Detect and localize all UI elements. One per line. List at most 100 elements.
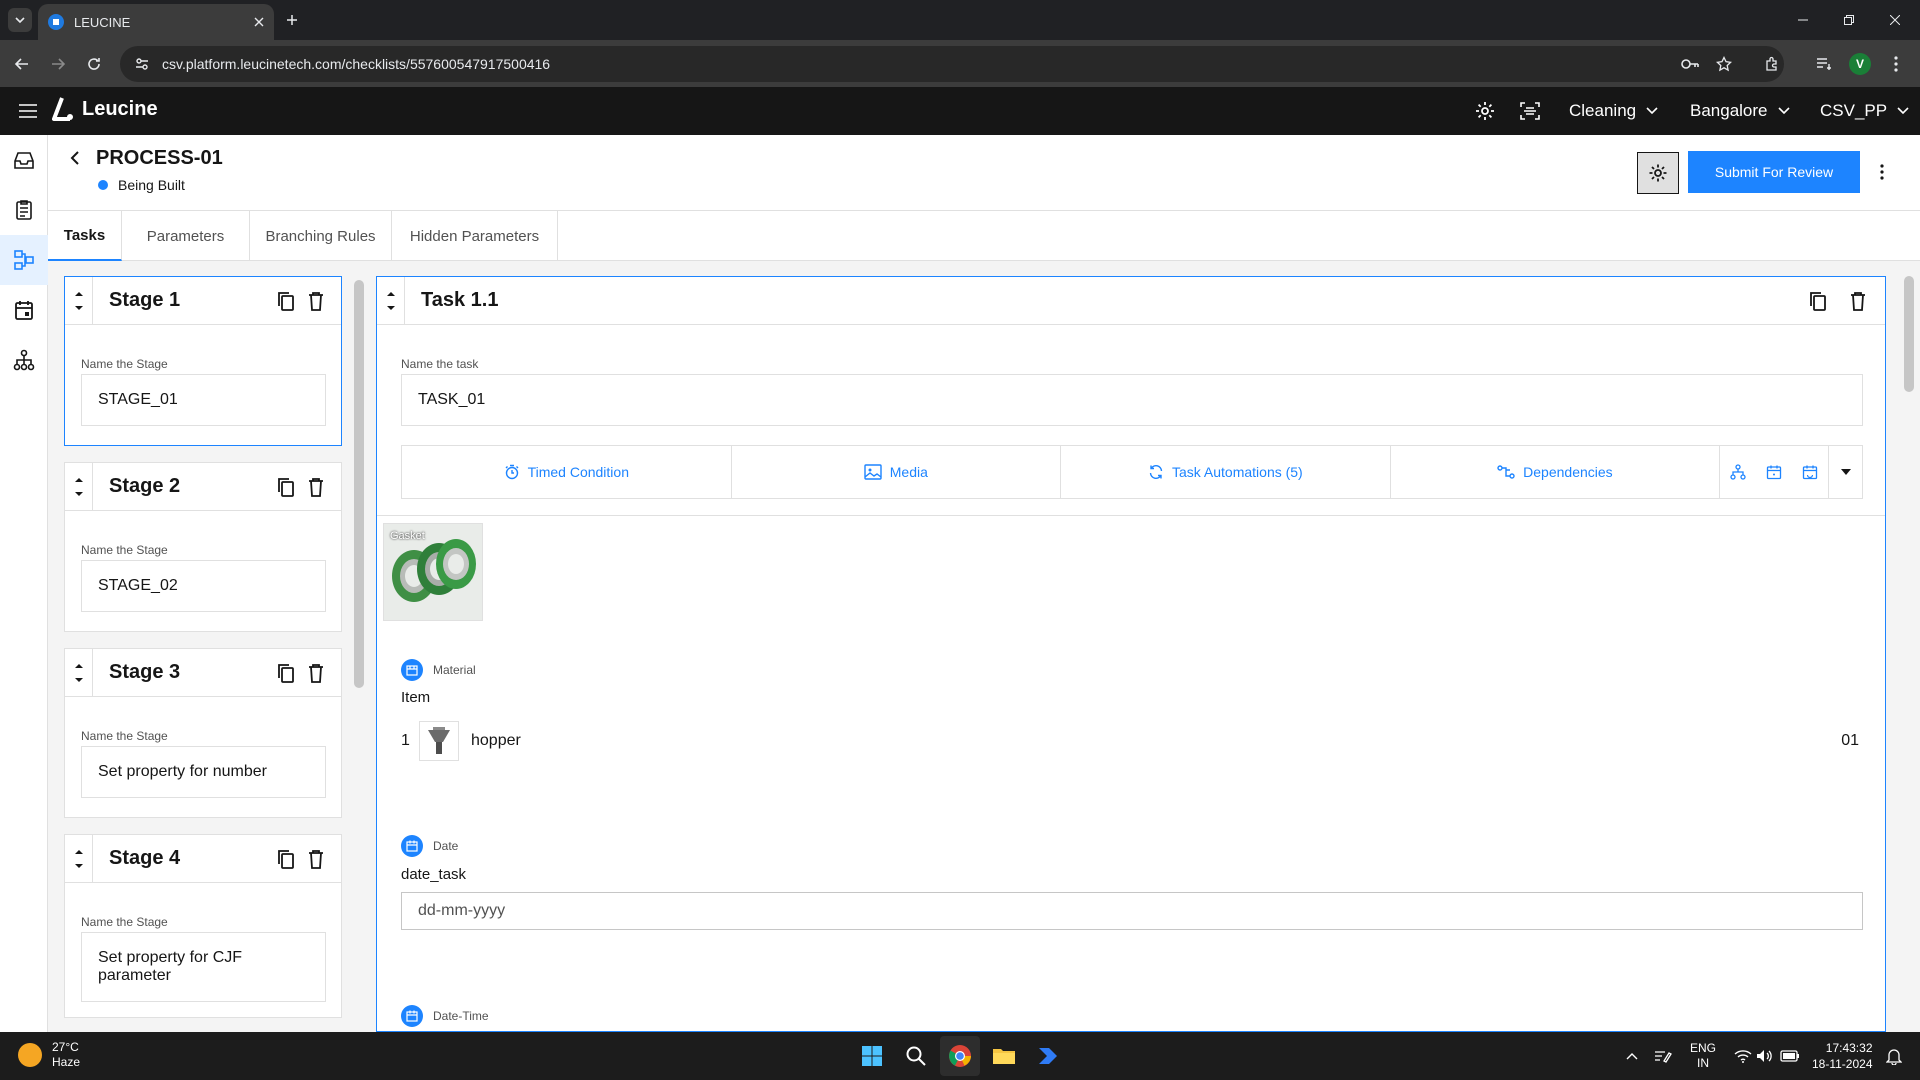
process-flow-icon xyxy=(14,250,34,270)
language-indicator[interactable]: ENG IN xyxy=(1690,1032,1716,1080)
trash-icon[interactable] xyxy=(305,848,327,870)
reorder-handle[interactable] xyxy=(65,835,93,883)
inbox-nav-item[interactable] xyxy=(0,135,48,185)
extensions-icon[interactable] xyxy=(1760,52,1784,76)
calendar-clock-icon xyxy=(1766,465,1782,480)
tab-hidden-parameters[interactable]: Hidden Parameters xyxy=(392,211,558,261)
reorder-handle[interactable] xyxy=(65,463,93,511)
reorder-handle[interactable] xyxy=(65,649,93,697)
tab-tasks[interactable]: Tasks xyxy=(48,211,122,261)
stage-card[interactable]: Stage 1 Name the Stage STAGE_01 xyxy=(64,276,342,446)
clock[interactable]: 17:43:32 18-11-2024 xyxy=(1812,1032,1873,1080)
search-icon xyxy=(906,1046,926,1066)
checklist-settings-button[interactable] xyxy=(1637,152,1679,194)
facility-dropdown[interactable]: Cleaning xyxy=(1569,87,1658,135)
forward-button[interactable] xyxy=(46,52,70,76)
stage-card[interactable]: Stage 3 Name the Stage Set property for … xyxy=(64,648,342,818)
trash-icon[interactable] xyxy=(305,290,327,312)
media-button[interactable]: Media xyxy=(732,446,1062,498)
task-name-input[interactable]: TASK_01 xyxy=(401,374,1863,426)
stage-name-input[interactable]: Set property for CJF parameter xyxy=(81,932,326,1002)
location-dropdown[interactable]: Bangalore xyxy=(1690,87,1790,135)
start-button[interactable] xyxy=(852,1036,892,1076)
timed-condition-button[interactable]: Timed Condition xyxy=(402,446,732,498)
stage-name-input[interactable]: Set property for number xyxy=(81,746,326,798)
restore-button[interactable] xyxy=(1826,0,1872,40)
prototypes-nav-item[interactable] xyxy=(0,235,48,285)
tab-branching-rules[interactable]: Branching Rules xyxy=(250,211,392,261)
back-arrow-icon[interactable] xyxy=(66,149,84,167)
media-queue-icon[interactable] xyxy=(1812,52,1836,76)
stage-name-input[interactable]: STAGE_01 xyxy=(81,374,326,426)
file-explorer-app[interactable] xyxy=(984,1036,1024,1076)
caret-up-icon xyxy=(74,292,83,296)
notification-bell-icon[interactable] xyxy=(1886,1032,1902,1080)
trash-icon[interactable] xyxy=(305,476,327,498)
schedule-button[interactable] xyxy=(1756,446,1792,498)
volume-icon[interactable] xyxy=(1756,1032,1774,1080)
recurrence-button[interactable] xyxy=(1792,446,1828,498)
caret-up-icon xyxy=(74,664,83,668)
dependencies-button[interactable]: Dependencies xyxy=(1391,446,1721,498)
scanner-icon[interactable] xyxy=(1518,99,1542,123)
minimize-icon xyxy=(1798,19,1808,21)
trash-icon[interactable] xyxy=(1847,290,1869,312)
browser-menu-icon[interactable] xyxy=(1884,52,1908,76)
stage-list-scrollbar[interactable] xyxy=(354,280,364,688)
app-logo[interactable]: Leucine xyxy=(52,97,158,121)
task-name-label: Name the task xyxy=(401,357,479,371)
checklists-nav-item[interactable] xyxy=(0,185,48,235)
reorder-handle[interactable] xyxy=(65,277,93,325)
copy-icon[interactable] xyxy=(1807,290,1829,312)
copy-icon[interactable] xyxy=(275,290,297,312)
ontology-nav-item[interactable] xyxy=(0,335,48,385)
minimize-button[interactable] xyxy=(1780,0,1826,40)
wifi-icon[interactable] xyxy=(1734,1032,1752,1080)
weather-widget[interactable]: 27°C Haze xyxy=(18,1040,80,1070)
stage-name-input[interactable]: STAGE_02 xyxy=(81,560,326,612)
browser-tab[interactable]: LEUCINE xyxy=(38,4,274,40)
calendar-nav-item[interactable] xyxy=(0,285,48,335)
arrow-left-icon xyxy=(14,58,28,70)
copy-icon[interactable] xyxy=(275,848,297,870)
media-thumbnail[interactable]: Gasket xyxy=(383,523,483,621)
stage-card[interactable]: Stage 4 Name the Stage Set property for … xyxy=(64,834,342,1018)
back-button[interactable] xyxy=(10,52,34,76)
task-editor: Task 1.1 Name the task TASK_01 Timed Con… xyxy=(376,276,1886,1032)
copy-icon[interactable] xyxy=(275,476,297,498)
submit-for-review-button[interactable]: Submit For Review xyxy=(1688,151,1860,193)
branching-button[interactable] xyxy=(1720,446,1756,498)
address-bar[interactable]: csv.platform.leucinetech.com/checklists/… xyxy=(120,46,1784,82)
battery-icon[interactable] xyxy=(1780,1032,1800,1080)
reload-button[interactable] xyxy=(82,52,106,76)
tab-search-button[interactable] xyxy=(8,8,32,32)
settings-icon[interactable] xyxy=(1473,99,1497,123)
more-options-icon[interactable] xyxy=(1868,151,1896,193)
page-header: PROCESS-01 Being Built Submit For Review xyxy=(48,135,1920,211)
browser-tabstrip: LEUCINE xyxy=(0,0,1920,40)
user-dropdown[interactable]: CSV_PP xyxy=(1820,87,1909,135)
reorder-handle[interactable] xyxy=(377,277,405,325)
power-automate-app[interactable] xyxy=(1028,1036,1068,1076)
bookmark-star-icon[interactable] xyxy=(1710,46,1738,82)
search-button[interactable] xyxy=(896,1036,936,1076)
notification-pen-icon[interactable] xyxy=(1654,1032,1672,1080)
material-row: 1 hopper 01 xyxy=(401,721,1863,761)
trash-icon[interactable] xyxy=(305,662,327,684)
tab-parameters[interactable]: Parameters xyxy=(122,211,250,261)
task-automations-button[interactable]: Task Automations (5) xyxy=(1061,446,1391,498)
chrome-taskbar-app[interactable] xyxy=(940,1036,980,1076)
stage-card[interactable]: Stage 2 Name the Stage STAGE_02 xyxy=(64,462,342,632)
windows-logo-icon xyxy=(862,1046,882,1066)
hamburger-menu-icon[interactable] xyxy=(16,99,40,123)
more-actions-dropdown[interactable] xyxy=(1828,446,1862,498)
date-input[interactable]: dd-mm-yyyy xyxy=(401,892,1863,930)
password-key-icon[interactable] xyxy=(1676,46,1704,82)
copy-icon[interactable] xyxy=(275,662,297,684)
new-tab-button[interactable] xyxy=(280,8,304,32)
close-tab-icon[interactable] xyxy=(254,17,264,27)
close-window-button[interactable] xyxy=(1872,0,1918,40)
profile-button[interactable]: V xyxy=(1848,52,1872,76)
tray-overflow-icon[interactable] xyxy=(1626,1032,1638,1080)
task-scrollbar[interactable] xyxy=(1904,276,1914,392)
